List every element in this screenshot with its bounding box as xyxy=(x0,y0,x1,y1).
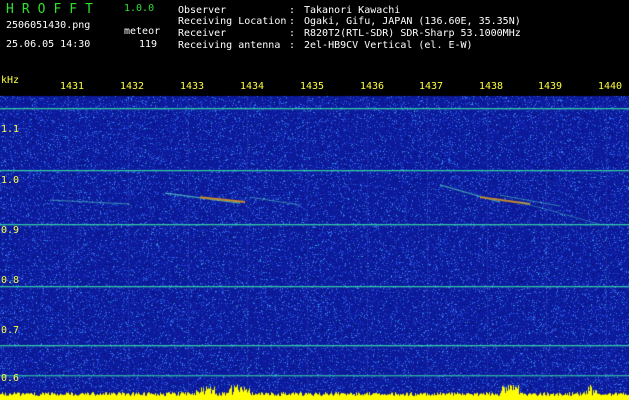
x-tick-label: 1436 xyxy=(360,81,385,92)
location-label: Receiving Location xyxy=(178,16,287,27)
observer-label: Observer xyxy=(178,5,227,16)
y-tick-label: 1.1 xyxy=(1,124,20,135)
observer-value: Takanori Kawachi xyxy=(304,5,401,16)
x-tick-label: 1431 xyxy=(60,81,85,92)
meteor-count: 119 xyxy=(139,39,158,50)
y-tick-label: 0.6 xyxy=(1,373,20,384)
header-panel: HROFFT 1.0.0 2506051430.png 25.06.05 14:… xyxy=(0,0,629,78)
receiver-value: R820T2(RTL-SDR) SDR-Sharp 53.1000MHz xyxy=(304,28,521,39)
y-tick-label: 0.9 xyxy=(1,225,20,236)
spectrogram xyxy=(0,78,629,400)
x-tick-label: 1434 xyxy=(240,81,265,92)
x-tick-label: 1440 xyxy=(598,81,623,92)
y-tick-label: 0.8 xyxy=(1,275,20,286)
app-version: 1.0.0 xyxy=(124,3,155,14)
antenna-value: 2el-HB9CV Vertical (el. E-W) xyxy=(304,40,473,51)
date-time: 25.06.05 14:30 xyxy=(6,39,91,50)
antenna-label: Receiving antenna xyxy=(178,40,281,51)
x-tick-label: 1437 xyxy=(419,81,444,92)
colon: : xyxy=(289,16,296,27)
y-unit-label: kHz xyxy=(1,75,20,86)
x-tick-label: 1432 xyxy=(120,81,145,92)
colon: : xyxy=(289,5,296,16)
location-value: Ogaki, Gifu, JAPAN (136.60E, 35.35N) xyxy=(304,16,521,27)
x-tick-label: 1438 xyxy=(479,81,504,92)
x-tick-label: 1433 xyxy=(180,81,205,92)
colon: : xyxy=(289,40,296,51)
meteor-label: meteor xyxy=(124,26,161,37)
x-tick-label: 1435 xyxy=(300,81,325,92)
file-name: 2506051430.png xyxy=(6,20,91,31)
y-tick-label: 1.0 xyxy=(1,175,20,186)
x-tick-label: 1439 xyxy=(538,81,563,92)
y-tick-label: 0.7 xyxy=(1,325,20,336)
app-title: HROFFT xyxy=(6,2,101,17)
colon: : xyxy=(289,28,296,39)
receiver-label: Receiver xyxy=(178,28,227,39)
